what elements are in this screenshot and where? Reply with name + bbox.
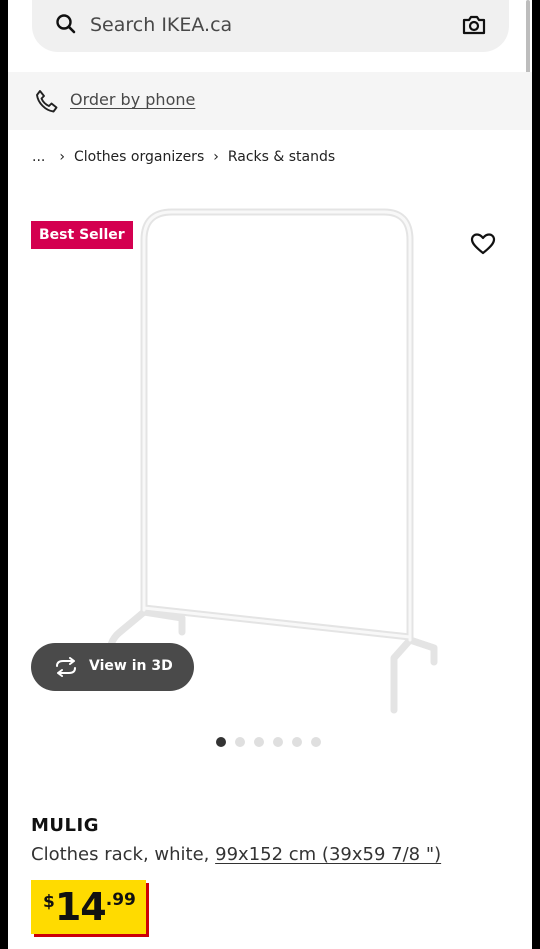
carousel-dot-4[interactable] [273,737,283,747]
heart-icon[interactable] [470,232,496,260]
price-currency: $ [43,892,55,912]
view-in-3d-button[interactable]: View in 3D [31,643,194,691]
chevron-right-icon: › [59,149,65,165]
carousel-dot-2[interactable] [235,737,245,747]
breadcrumb-ellipsis[interactable]: ... [32,149,45,165]
price-integer: 14 [54,885,107,929]
order-by-phone-link[interactable]: Order by phone [70,90,195,109]
product-image[interactable] [98,200,458,720]
order-by-phone-bar: Order by phone [8,72,532,130]
search-icon[interactable] [54,12,78,40]
product-description: Clothes rack, white, 99x152 cm (39x59 7/… [31,844,441,865]
carousel-dot-1[interactable] [216,737,226,747]
chevron-right-icon: › [213,149,219,165]
product-name: MULIG [31,815,99,836]
carousel-dot-5[interactable] [292,737,302,747]
camera-icon[interactable] [461,13,487,41]
search-input[interactable] [90,10,450,40]
breadcrumb-item-racks-stands[interactable]: Racks & stands [228,149,335,165]
carousel-dots [216,737,321,747]
carousel-dot-6[interactable] [311,737,321,747]
price-decimal: .99 [105,890,136,910]
price-tag: $ 14 .99 [31,880,146,934]
page: Order by phone ... › Clothes organizers … [8,0,532,949]
breadcrumb-item-clothes-organizers[interactable]: Clothes organizers [74,149,204,165]
carousel-dot-3[interactable] [254,737,264,747]
view-in-3d-label: View in 3D [89,658,173,674]
breadcrumb: ... › Clothes organizers › Racks & stand… [32,147,335,167]
product-dimensions-link[interactable]: 99x152 cm (39x59 7/8 ") [215,844,441,865]
phone-icon [34,88,60,118]
rotate-3d-icon [53,657,79,681]
search-bar[interactable] [32,0,509,52]
product-description-text: Clothes rack, white, [31,844,210,865]
